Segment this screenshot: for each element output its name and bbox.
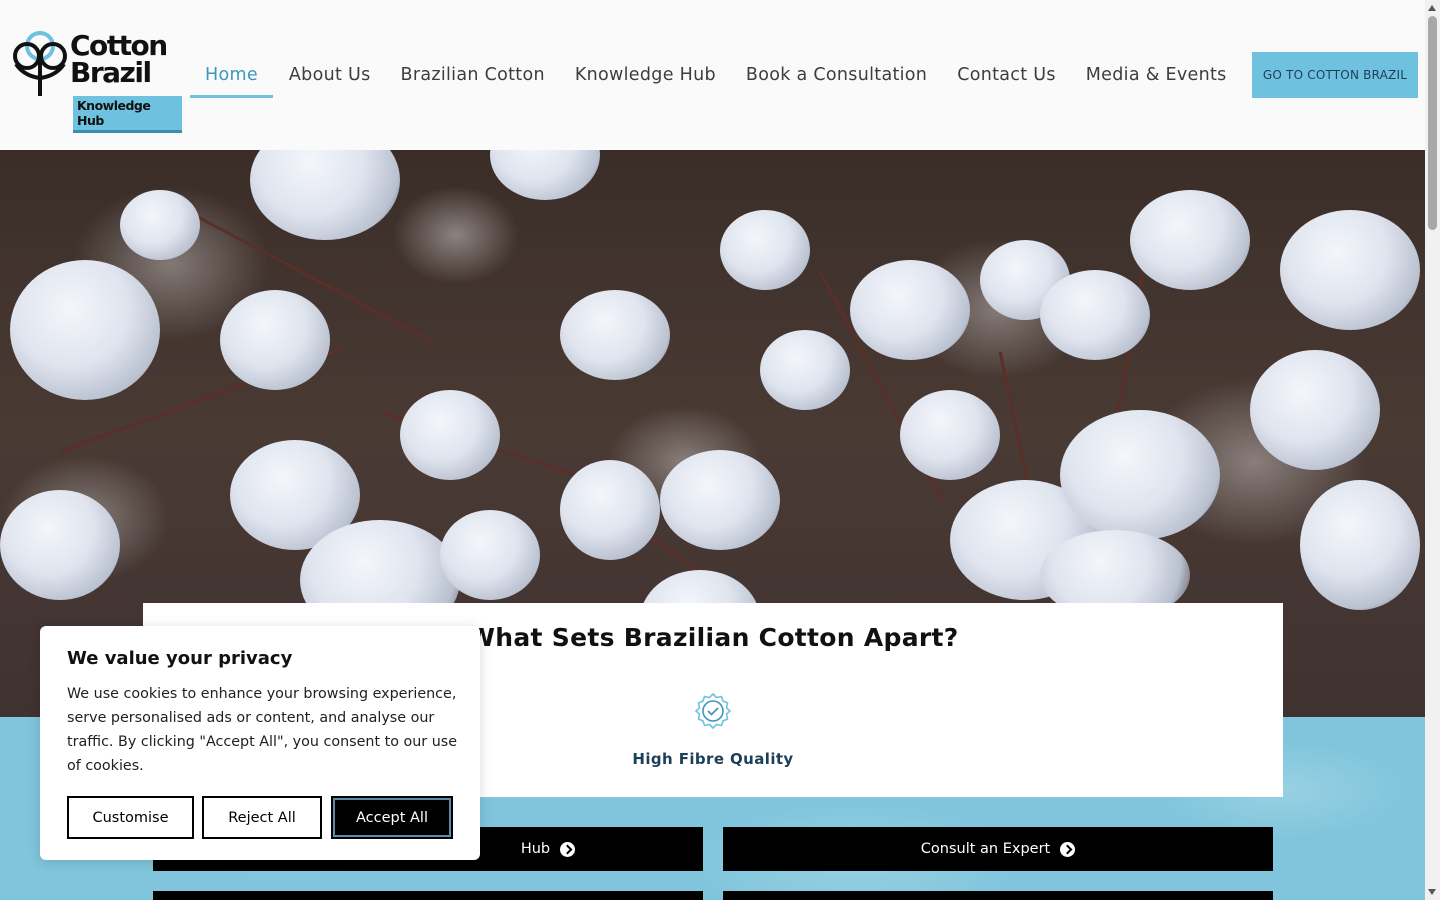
consult-expert-button[interactable]: Consult an Expert (723, 827, 1273, 871)
cookie-description: We use cookies to enhance your browsing … (67, 686, 458, 774)
page-scrollbar[interactable] (1425, 0, 1440, 900)
nav-item-brazilian-cotton[interactable]: Brazilian Cotton (386, 52, 560, 98)
reject-all-button[interactable]: Reject All (202, 796, 322, 839)
scroll-up-arrow-icon[interactable] (1428, 5, 1436, 11)
secondary-button-left[interactable] (153, 891, 703, 900)
cotton-boll-logo-icon (13, 31, 67, 96)
consult-expert-button-label: Consult an Expert (920, 841, 1051, 857)
logo-line-1: Cotton (70, 29, 168, 62)
customise-button[interactable]: Customise (67, 796, 194, 839)
nav-item-media-events[interactable]: Media & Events (1071, 52, 1242, 98)
nav-item-contact-us[interactable]: Contact Us (942, 52, 1071, 98)
scrollbar-thumb[interactable] (1428, 16, 1437, 230)
arrow-right-circle-icon (560, 841, 576, 857)
nav-item-home[interactable]: Home (190, 52, 273, 98)
accept-all-button[interactable]: Accept All (331, 796, 453, 839)
arrow-right-circle-icon (1060, 841, 1076, 857)
knowledge-hub-button-label: Hub (520, 841, 551, 857)
badge-check-icon (694, 692, 732, 730)
logo-wordmark: Cotton Brazil (70, 29, 168, 89)
logo-line-2: Brazil (70, 56, 152, 89)
nav-item-book-consultation[interactable]: Book a Consultation (731, 52, 942, 98)
cookie-title: We value your privacy (67, 648, 293, 669)
scroll-down-arrow-icon[interactable] (1428, 889, 1436, 895)
nav-item-about-us[interactable]: About Us (273, 52, 386, 98)
site-logo[interactable]: Cotton Brazil Knowledge Hub (12, 28, 182, 133)
logo-badge: Knowledge Hub (73, 96, 182, 133)
site-header: Cotton Brazil Knowledge Hub Home About U… (0, 0, 1425, 150)
nav-item-knowledge-hub[interactable]: Knowledge Hub (560, 52, 731, 98)
main-nav: Home About Us Brazilian Cotton Knowledge… (190, 52, 1242, 98)
cookie-consent-banner: We value your privacy We use cookies to … (40, 626, 480, 860)
secondary-button-right[interactable] (723, 891, 1273, 900)
go-to-cotton-brazil-button[interactable]: GO TO COTTON BRAZIL (1252, 52, 1418, 98)
